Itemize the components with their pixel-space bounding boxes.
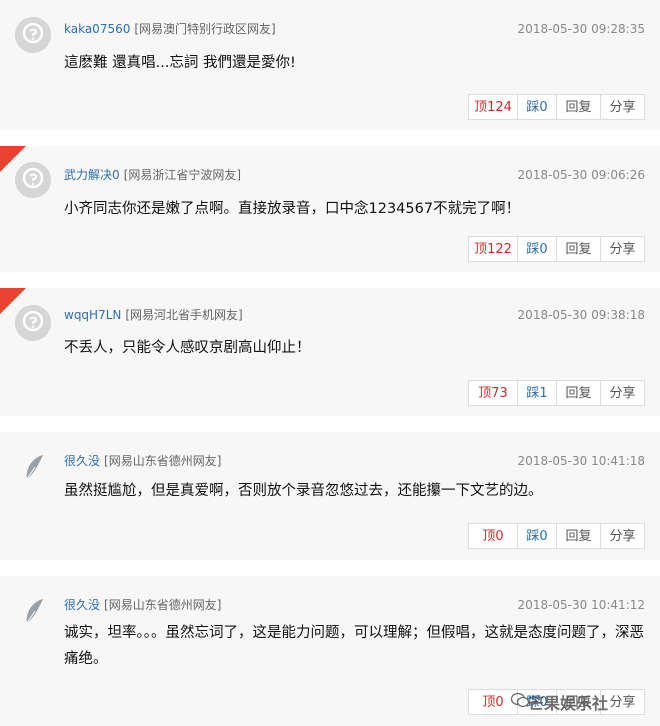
comment-actions: 顶124 踩0 回复 分享 bbox=[468, 94, 645, 120]
user-location: [网易河北省手机网友] bbox=[125, 308, 243, 322]
comment-header: kaka07560 [网易澳门特别行政区网友] 2018-05-30 09:28:… bbox=[64, 20, 645, 38]
default-avatar-icon[interactable] bbox=[15, 162, 51, 198]
comment-timestamp: 2018-05-30 09:06:26 bbox=[517, 168, 645, 182]
default-avatar-icon[interactable] bbox=[15, 17, 51, 53]
comment-text: 虽然挺尴尬，但是真爱啊，否则放个录音忽悠过去，还能攥一下文艺的边。 bbox=[64, 483, 543, 499]
comment-text: 诚实，坦率。。。虽然忘词了，这是能力问题，可以理解；但假唱，这就是态度问题了，深… bbox=[64, 625, 644, 667]
reply-button[interactable]: 回复 bbox=[556, 94, 601, 120]
comment-timestamp: 2018-05-30 09:38:18 bbox=[517, 308, 645, 322]
comment-timestamp: 2018-05-30 10:41:18 bbox=[517, 454, 645, 468]
share-button[interactable]: 分享 bbox=[600, 523, 645, 549]
comment-header: wqqH7LN [网易河北省手机网友] 2018-05-30 09:38:18 bbox=[64, 306, 645, 324]
comment-list: kaka07560 [网易澳门特别行政区网友] 2018-05-30 09:28:… bbox=[0, 0, 660, 726]
comment-header: 很久没 [网易山东省德州网友] 2018-05-30 10:41:18 bbox=[64, 452, 645, 470]
username-link[interactable]: wqqH7LN bbox=[64, 308, 121, 322]
username-link[interactable]: 武力解决0 bbox=[64, 168, 120, 182]
upvote-button[interactable]: 顶124 bbox=[468, 94, 518, 120]
comment-actions: 顶0 踩0 回复 分享 bbox=[468, 523, 645, 549]
downvote-button[interactable]: 踩0 bbox=[517, 236, 557, 262]
share-button[interactable]: 分享 bbox=[600, 380, 645, 406]
comment-actions: 顶73 踩1 回复 分享 bbox=[468, 380, 645, 406]
downvote-button[interactable]: 踩1 bbox=[517, 380, 557, 406]
feather-avatar-icon[interactable] bbox=[15, 593, 51, 629]
comment-timestamp: 2018-05-30 10:41:12 bbox=[517, 598, 645, 612]
upvote-button[interactable]: 顶73 bbox=[468, 380, 518, 406]
comment-item: 武力解决0 [网易浙江省宁波网友] 2018-05-30 09:06:26 小齐同… bbox=[0, 146, 660, 272]
comment-item: 很久没 [网易山东省德州网友] 2018-05-30 10:41:18 虽然挺尴尬… bbox=[0, 432, 660, 560]
reply-button[interactable]: 回复 bbox=[556, 236, 601, 262]
username-link[interactable]: kaka07560 bbox=[64, 22, 130, 36]
downvote-button[interactable]: 踩0 bbox=[517, 94, 557, 120]
upvote-button[interactable]: 顶0 bbox=[468, 523, 518, 549]
share-button[interactable]: 分享 bbox=[600, 236, 645, 262]
comment-actions: 顶122 踩0 回复 分享 bbox=[468, 236, 645, 262]
comment-header: 武力解决0 [网易浙江省宁波网友] 2018-05-30 09:06:26 bbox=[64, 166, 645, 184]
comment-item: wqqH7LN [网易河北省手机网友] 2018-05-30 09:38:18 不… bbox=[0, 288, 660, 416]
downvote-button[interactable]: 踩0 bbox=[517, 523, 557, 549]
user-location: [网易澳门特别行政区网友] bbox=[134, 22, 276, 36]
comment-text: 不丢人，只能令人感叹京剧高山仰止！ bbox=[64, 340, 311, 356]
feather-avatar-icon[interactable] bbox=[15, 449, 51, 485]
reply-button[interactable]: 回复 bbox=[556, 523, 601, 549]
reply-button[interactable]: 回复 bbox=[556, 380, 601, 406]
username-link[interactable]: 很久没 bbox=[64, 598, 100, 612]
user-location: [网易山东省德州网友] bbox=[104, 454, 222, 468]
comment-timestamp: 2018-05-30 09:28:35 bbox=[517, 22, 645, 36]
user-location: [网易浙江省宁波网友] bbox=[123, 168, 242, 182]
wechat-logo-icon bbox=[511, 692, 529, 708]
comment-text: 小齐同志你还是嫩了点啊。直接放录音，口中念1234567不就完了啊！ bbox=[64, 201, 521, 217]
share-button[interactable]: 分享 bbox=[600, 94, 645, 120]
default-avatar-icon[interactable] bbox=[15, 305, 51, 341]
comment-header: 很久没 [网易山东省德州网友] 2018-05-30 10:41:12 bbox=[64, 596, 645, 614]
user-location: [网易山东省德州网友] bbox=[104, 598, 222, 612]
username-link[interactable]: 很久没 bbox=[64, 454, 100, 468]
comment-text: 這麽難 還真唱...忘詞 我們還是愛你! bbox=[64, 55, 296, 71]
upvote-button[interactable]: 顶122 bbox=[468, 236, 518, 262]
watermark-text: 芒果娱乐社 bbox=[528, 694, 609, 713]
comment-item: kaka07560 [网易澳门特别行政区网友] 2018-05-30 09:28:… bbox=[0, 0, 660, 130]
